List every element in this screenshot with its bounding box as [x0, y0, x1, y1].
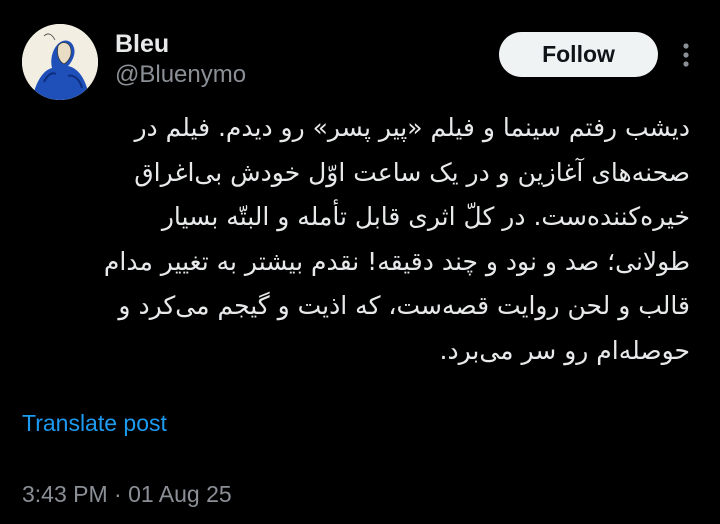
post-header: Bleu @Bluenymo Follow: [0, 0, 720, 110]
translate-post-link[interactable]: Translate post: [22, 409, 167, 437]
post-text-line: قالب و لحن روایت قصه‌ست، که اذیت و گیجم …: [118, 291, 690, 320]
avatar[interactable]: [22, 24, 98, 100]
post-text-line: حوصله‌ام رو سر می‌برد.: [439, 335, 691, 365]
post-text: دیشب رفتم سینما و فیلم «پیر پسر» رو دیدم…: [10, 106, 690, 373]
author-handle[interactable]: @Bluenymo: [115, 60, 246, 90]
follow-button[interactable]: Follow: [499, 32, 658, 77]
post-text-line: دیشب رفتم سینما و فیلم «پیر پسر» رو دیدم…: [134, 113, 690, 142]
post-timestamp[interactable]: 3:43 PM · 01 Aug 25: [22, 480, 232, 508]
post-text-line: خیره‌کننده‌ست. در کلّ اثری قابل تأمله و …: [161, 202, 690, 231]
author-name[interactable]: Bleu: [115, 29, 169, 59]
post-text-line: طولانی؛ صد و نود و چند دقیقه! نقدم بیشتر…: [103, 246, 690, 276]
illustrated-figure-avatar-icon: [22, 24, 98, 100]
more-vertical-icon[interactable]: [674, 40, 698, 70]
post-text-line: صحنه‌های آغازین و در یک ساعت اوّل خودش ب…: [134, 157, 690, 187]
